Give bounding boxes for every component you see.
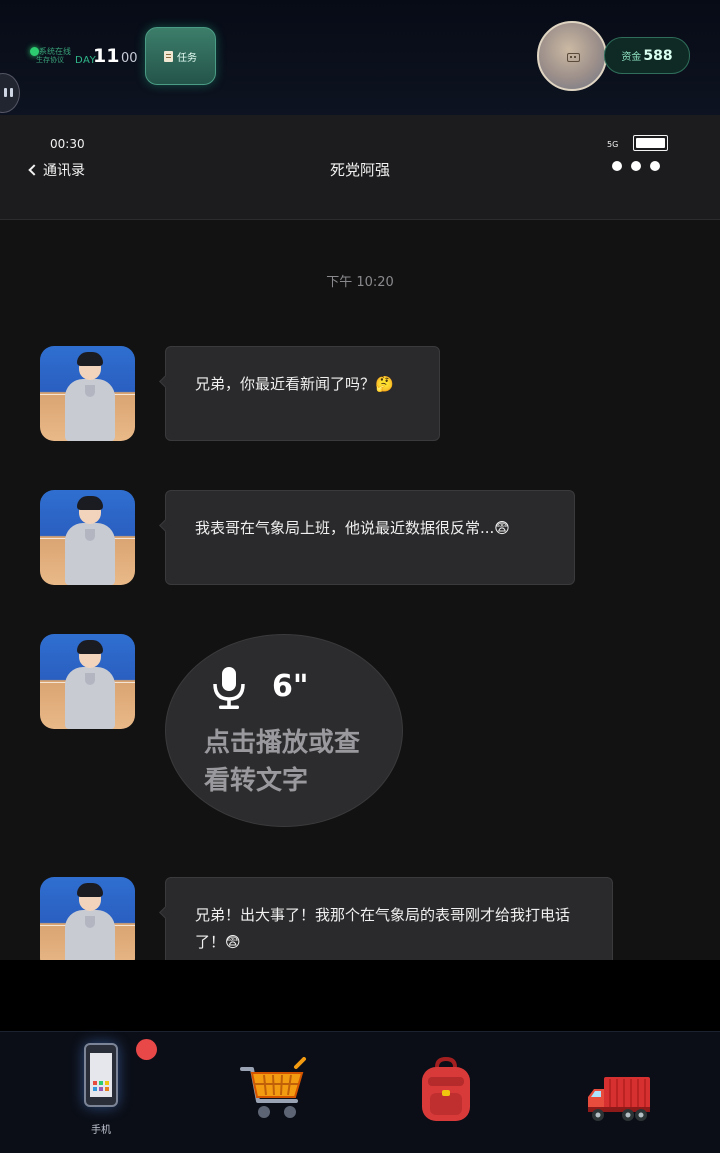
contact-avatar[interactable] — [40, 346, 135, 441]
task-button-label: 任务 — [177, 52, 197, 64]
contact-avatar[interactable] — [40, 877, 135, 960]
chevron-left-icon — [28, 164, 40, 176]
microphone-icon — [213, 667, 245, 709]
game-status-bar: 系统在线 生存协议 DAY 11 00 任务 资金 588 — [0, 0, 720, 115]
more-dot-icon — [631, 161, 641, 171]
voice-message-bubble[interactable]: 6" 点击播放或查看转文字 — [165, 634, 403, 827]
backpack-icon[interactable] — [420, 1057, 472, 1123]
robot-icon — [567, 53, 580, 62]
contact-name: 死党阿强 — [329, 161, 390, 179]
signal-indicator: 5G — [607, 140, 619, 149]
contact-avatar[interactable] — [40, 490, 135, 585]
back-label: 通讯录 — [43, 163, 85, 179]
message-bubble[interactable]: 兄弟！出大事了！我那个在气象局的表哥刚才给我打电话了！😨 — [165, 877, 613, 960]
phone-app-button[interactable] — [82, 1043, 120, 1107]
side-panel-toggle[interactable] — [0, 73, 20, 113]
message-text: 兄弟！出大事了！我那个在气象局的表哥刚才给我打电话了！😨 — [195, 906, 571, 951]
contact-avatar[interactable] — [40, 634, 135, 729]
more-dot-icon — [650, 161, 660, 171]
game-time: 00 — [121, 51, 138, 66]
task-button[interactable]: 任务 — [145, 27, 216, 85]
clipboard-icon — [164, 50, 173, 62]
player-avatar-button[interactable] — [537, 21, 607, 91]
funds-badge: 资金 588 — [604, 37, 690, 74]
battery-fill — [636, 138, 665, 148]
phone-app-label: 手机 — [91, 1125, 111, 1136]
battery-icon — [633, 135, 668, 151]
message-bubble[interactable]: 我表哥在气象局上班，他说最近数据很反常...😨 — [165, 490, 575, 585]
truck-icon[interactable] — [586, 1075, 652, 1123]
notification-badge — [136, 1039, 157, 1060]
more-options-button[interactable] — [612, 161, 660, 171]
shopping-cart-icon[interactable] — [240, 1057, 308, 1122]
more-dot-icon — [612, 161, 622, 171]
chat-message-list[interactable]: 下午 10:20 兄弟，你最近看新闻了吗？🤔 我表哥在气象局上班，他说最近数据很… — [0, 220, 720, 960]
message-bubble[interactable]: 兄弟，你最近看新闻了吗？🤔 — [165, 346, 440, 441]
voice-duration: 6" — [272, 669, 309, 704]
back-to-contacts-button[interactable]: 通讯录 — [28, 160, 85, 180]
bottom-dock: 手机 — [0, 1031, 720, 1153]
phone-icon — [84, 1043, 118, 1107]
message-text: 兄弟，你最近看新闻了吗？🤔 — [195, 375, 394, 393]
message-text: 我表哥在气象局上班，他说最近数据很反常...😨 — [195, 519, 510, 537]
funds-value: 588 — [643, 47, 673, 64]
day-number: 11 — [93, 45, 120, 67]
protocol-status-text: 生存协议 — [36, 56, 64, 64]
message-timestamp: 下午 10:20 — [326, 275, 394, 290]
voice-hint: 点击播放或查看转文字 — [204, 728, 361, 796]
phone-clock: 00:30 — [50, 137, 85, 151]
funds-label: 资金 — [621, 52, 642, 63]
chat-input-area — [0, 960, 720, 1031]
chat-header: 00:30 5G 通讯录 死党阿强 — [0, 115, 720, 220]
